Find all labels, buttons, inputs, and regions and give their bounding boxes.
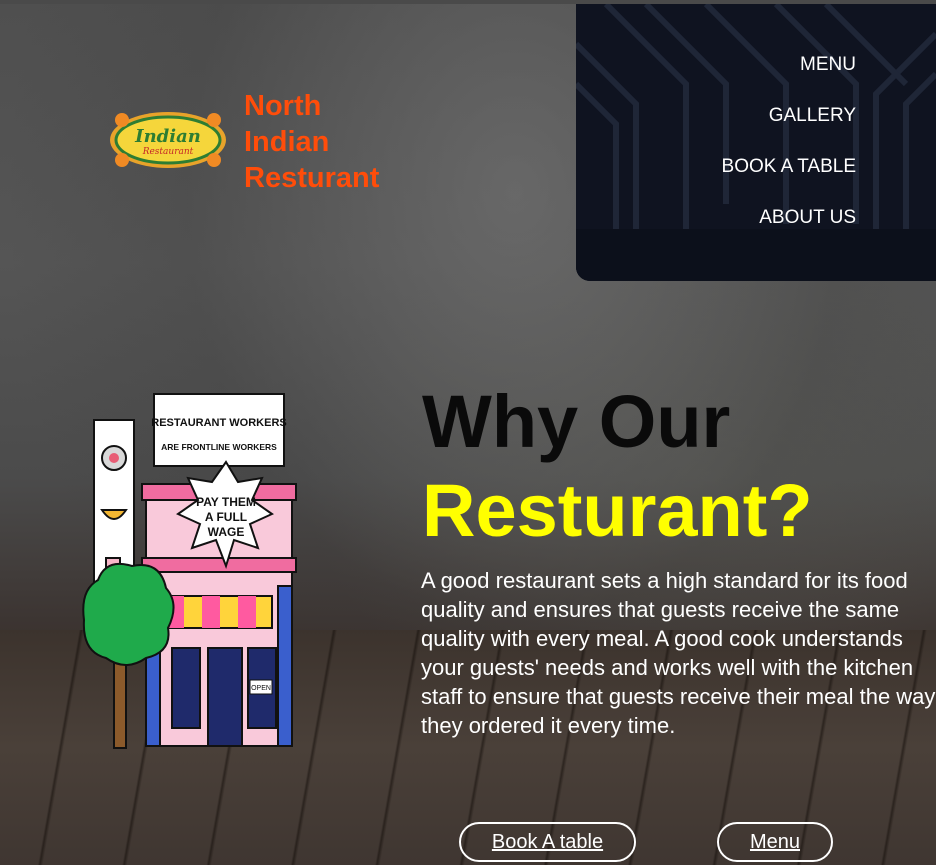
- brand-line-3: Resturant: [244, 162, 380, 194]
- nav-panel: MENU GALLERY BOOK A TABLE ABOUT US: [576, 4, 936, 281]
- nav-gallery[interactable]: GALLERY: [769, 105, 856, 127]
- badge-line-1: PAY THEM: [196, 495, 256, 509]
- sign-line-1: RESTAURANT WORKERS: [151, 417, 286, 429]
- nav-background-pattern: [576, 4, 936, 281]
- menu-button[interactable]: Menu: [717, 822, 833, 862]
- nav-book-a-table[interactable]: BOOK A TABLE: [722, 156, 856, 178]
- brand-line-2: Indian: [244, 126, 330, 158]
- restaurant-illustration: RESTAURANT WORKERS ARE FRONTLINE WORKERS…: [82, 393, 297, 749]
- brand-name: North Indian Resturant: [244, 88, 424, 196]
- nav-about-us[interactable]: ABOUT US: [759, 207, 856, 229]
- badge-line-3: WAGE: [208, 525, 245, 539]
- logo-text-restaurant: Restaurant: [142, 147, 194, 157]
- door-sign: OPEN: [251, 685, 271, 692]
- book-a-table-button[interactable]: Book A table: [459, 822, 636, 862]
- restaurant-logo[interactable]: Indian Restaurant: [108, 108, 228, 172]
- sign-line-2: ARE FRONTLINE WORKERS: [161, 442, 277, 452]
- brand-line-1: North: [244, 90, 322, 122]
- badge-line-2: A FULL: [205, 510, 247, 524]
- nav-menu[interactable]: MENU: [800, 54, 856, 76]
- hero-heading-line-2: Resturant?: [422, 469, 813, 552]
- logo-text-indian: Indian: [134, 126, 201, 147]
- hero-description: A good restaurant sets a high standard f…: [421, 568, 936, 738]
- hero-heading-line-1: Why Our: [422, 380, 731, 463]
